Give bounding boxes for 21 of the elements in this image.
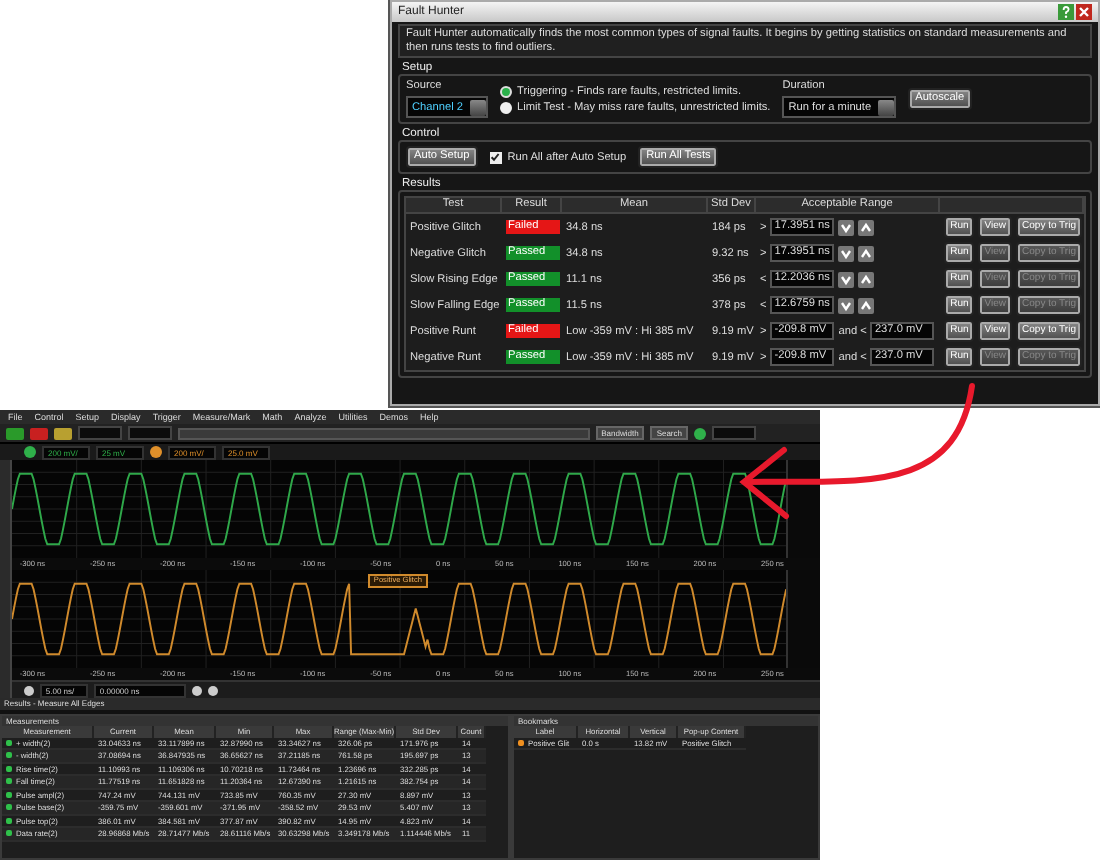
- spin-up-icon[interactable]: [858, 297, 875, 313]
- radio-button[interactable]: [499, 101, 512, 113]
- spin-down-icon[interactable]: [838, 297, 855, 313]
- spin-up-icon[interactable]: [858, 271, 875, 287]
- spin-down-icon[interactable]: [838, 219, 855, 235]
- spin-up-icon[interactable]: [858, 245, 875, 261]
- input-field[interactable]: [712, 426, 756, 440]
- knob-icon[interactable]: [23, 685, 34, 695]
- stop-button[interactable]: [30, 427, 48, 439]
- help-icon[interactable]: [1058, 4, 1074, 20]
- trigger-icon[interactable]: [694, 427, 706, 439]
- spin-down-icon[interactable]: [838, 245, 855, 261]
- radio-button[interactable]: [499, 85, 512, 97]
- spin-down-icon[interactable]: [838, 271, 855, 287]
- input-field[interactable]: [78, 426, 122, 440]
- close-icon[interactable]: [1076, 4, 1092, 20]
- run-button[interactable]: [6, 427, 24, 439]
- checkbox[interactable]: [489, 151, 502, 163]
- single-button[interactable]: [54, 427, 72, 439]
- input-field[interactable]: [128, 426, 172, 440]
- spin-up-icon[interactable]: [858, 219, 875, 235]
